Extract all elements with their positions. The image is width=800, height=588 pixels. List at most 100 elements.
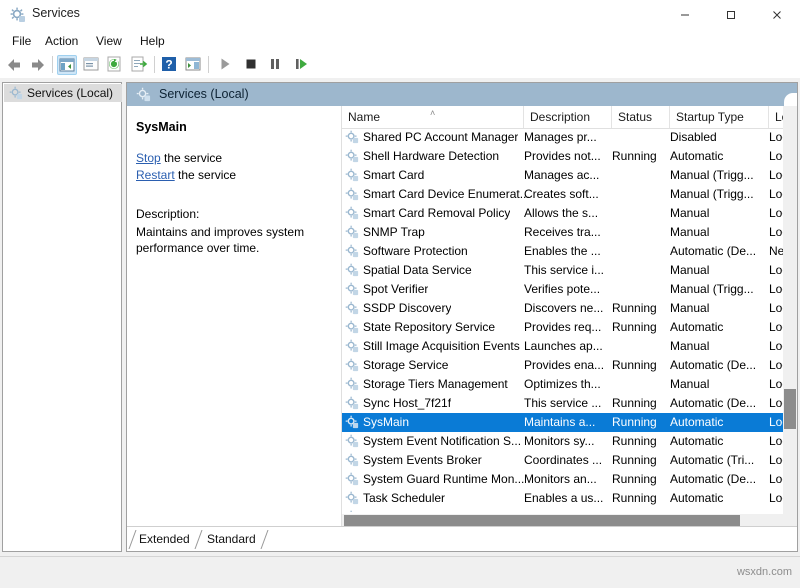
service-gear-icon: [345, 396, 359, 410]
view-tab-strip: Extended Standard: [127, 526, 798, 551]
results-pane: Services (Local) SysMain Stop the servic…: [126, 82, 798, 552]
service-gear-icon: [345, 320, 359, 334]
table-row[interactable]: Storage ServiceProvides ena...RunningAut…: [342, 356, 798, 375]
restart-service-link[interactable]: Restart: [136, 168, 175, 182]
help-icon[interactable]: ?: [160, 55, 180, 75]
watermark: wsxdn.com: [737, 566, 792, 578]
table-row[interactable]: Spot VerifierVerifies pote...Manual (Tri…: [342, 280, 798, 299]
cell-name: Shared PC Account Manager: [363, 130, 518, 144]
selected-service-name: SysMain: [136, 120, 187, 134]
tree-item-services-local[interactable]: Services (Local): [4, 84, 122, 102]
table-row[interactable]: Shell Hardware DetectionProvides not...R…: [342, 147, 798, 166]
table-row[interactable]: System Event Notification S...Monitors s…: [342, 432, 798, 451]
table-row[interactable]: Shared PC Account ManagerManages pr...Di…: [342, 128, 798, 147]
list-body: Shared PC Account ManagerManages pr...Di…: [342, 128, 798, 512]
tab-extended[interactable]: Extended: [129, 530, 200, 549]
cell-startup-type: Manual: [670, 339, 764, 353]
service-gear-icon: [345, 149, 359, 163]
export-list-icon[interactable]: [130, 55, 150, 75]
cell-name: System Events Broker: [363, 453, 482, 467]
pause-service-icon[interactable]: [266, 55, 286, 75]
table-row[interactable]: Smart CardManages ac...Manual (Trigg...L…: [342, 166, 798, 185]
table-row[interactable]: Sync Host_7f21fThis service ...RunningAu…: [342, 394, 798, 413]
services-gear-icon: [10, 7, 26, 23]
tab-standard[interactable]: Standard: [197, 530, 266, 549]
table-row[interactable]: TCP/IP NetBIOS HelperProvides sup...Runn…: [342, 508, 798, 512]
table-row[interactable]: State Repository ServiceProvides req...R…: [342, 318, 798, 337]
cell-description: Receives tra...: [524, 225, 609, 239]
table-row[interactable]: SysMainMaintains a...RunningAutomaticLoc: [342, 413, 798, 432]
tree-item-label: Services (Local): [27, 86, 113, 100]
forward-icon[interactable]: [28, 55, 48, 75]
service-gear-icon: [345, 434, 359, 448]
table-row[interactable]: Software ProtectionEnables the ...Automa…: [342, 242, 798, 261]
table-row[interactable]: Smart Card Device Enumerat...Creates sof…: [342, 185, 798, 204]
service-gear-icon: [345, 130, 359, 144]
cell-name: Spot Verifier: [363, 282, 428, 296]
cell-startup-type: Automatic: [670, 434, 764, 448]
table-row[interactable]: Storage Tiers ManagementOptimizes th...M…: [342, 375, 798, 394]
vertical-scrollbar-thumb[interactable]: [784, 389, 796, 429]
table-row[interactable]: System Guard Runtime Mon...Monitors an..…: [342, 470, 798, 489]
vertical-scrollbar[interactable]: [783, 106, 797, 530]
table-row[interactable]: SSDP DiscoveryDiscovers ne...RunningManu…: [342, 299, 798, 318]
back-icon[interactable]: [4, 55, 24, 75]
cell-description: Provides not...: [524, 149, 609, 163]
cell-description: This service ...: [524, 396, 609, 410]
service-gear-icon: [345, 263, 359, 277]
properties-icon[interactable]: [82, 55, 102, 75]
cell-status: Running: [612, 301, 667, 315]
menu-file[interactable]: File: [6, 33, 37, 49]
menu-help[interactable]: Help: [134, 33, 171, 49]
table-row[interactable]: Still Image Acquisition EventsLaunches a…: [342, 337, 798, 356]
column-header-description[interactable]: Description: [524, 106, 612, 128]
cell-name: Smart Card: [363, 168, 424, 182]
cell-name: System Guard Runtime Mon...: [363, 472, 524, 486]
cell-startup-type: Automatic (De...: [670, 358, 764, 372]
horizontal-scrollbar-thumb[interactable]: [344, 515, 740, 526]
restart-service-icon[interactable]: [292, 55, 312, 75]
menu-view[interactable]: View: [90, 33, 128, 49]
table-row[interactable]: SNMP TrapReceives tra...ManualLoc: [342, 223, 798, 242]
cell-description: Creates soft...: [524, 187, 609, 201]
start-service-icon[interactable]: [216, 55, 236, 75]
minimize-button[interactable]: [662, 0, 708, 30]
close-button[interactable]: [754, 0, 800, 30]
table-row[interactable]: Smart Card Removal PolicyAllows the s...…: [342, 204, 798, 223]
stop-service-suffix: the service: [161, 151, 222, 165]
cell-status: Running: [612, 434, 667, 448]
cell-name: Task Scheduler: [363, 491, 445, 505]
service-gear-icon: [345, 225, 359, 239]
cell-name: Storage Service: [363, 358, 448, 372]
service-gear-icon: [345, 472, 359, 486]
table-row[interactable]: Task SchedulerEnables a us...RunningAuto…: [342, 489, 798, 508]
service-gear-icon: [345, 453, 359, 467]
cell-description: Monitors sy...: [524, 434, 609, 448]
column-header-startup-type[interactable]: Startup Type: [670, 106, 769, 128]
cell-name: Sync Host_7f21f: [363, 396, 451, 410]
service-gear-icon: [345, 339, 359, 353]
service-gear-icon: [345, 187, 359, 201]
services-gear-icon: [9, 86, 23, 100]
show-hide-console-tree-icon[interactable]: [57, 55, 77, 75]
cell-startup-type: Automatic: [670, 491, 764, 505]
cell-name: SNMP Trap: [363, 225, 425, 239]
svg-text:?: ?: [165, 58, 172, 72]
stop-service-link[interactable]: Stop: [136, 151, 161, 165]
cell-description: Manages pr...: [524, 130, 609, 144]
description-text: Maintains and improves system performanc…: [136, 224, 332, 256]
menu-action[interactable]: Action: [39, 33, 84, 49]
cell-startup-type: Manual (Trigg...: [670, 510, 764, 512]
cell-description: Provides ena...: [524, 358, 609, 372]
show-action-pane-icon[interactable]: [184, 55, 204, 75]
service-gear-icon: [345, 168, 359, 182]
maximize-button[interactable]: [708, 0, 754, 30]
table-row[interactable]: Spatial Data ServiceThis service i...Man…: [342, 261, 798, 280]
column-header-status[interactable]: Status: [612, 106, 670, 128]
cell-description: Optimizes th...: [524, 377, 609, 391]
table-row[interactable]: System Events BrokerCoordinates ...Runni…: [342, 451, 798, 470]
stop-service-icon[interactable]: [242, 55, 262, 75]
cell-name: State Repository Service: [363, 320, 495, 334]
refresh-icon[interactable]: [106, 55, 126, 75]
cell-status: Running: [612, 453, 667, 467]
